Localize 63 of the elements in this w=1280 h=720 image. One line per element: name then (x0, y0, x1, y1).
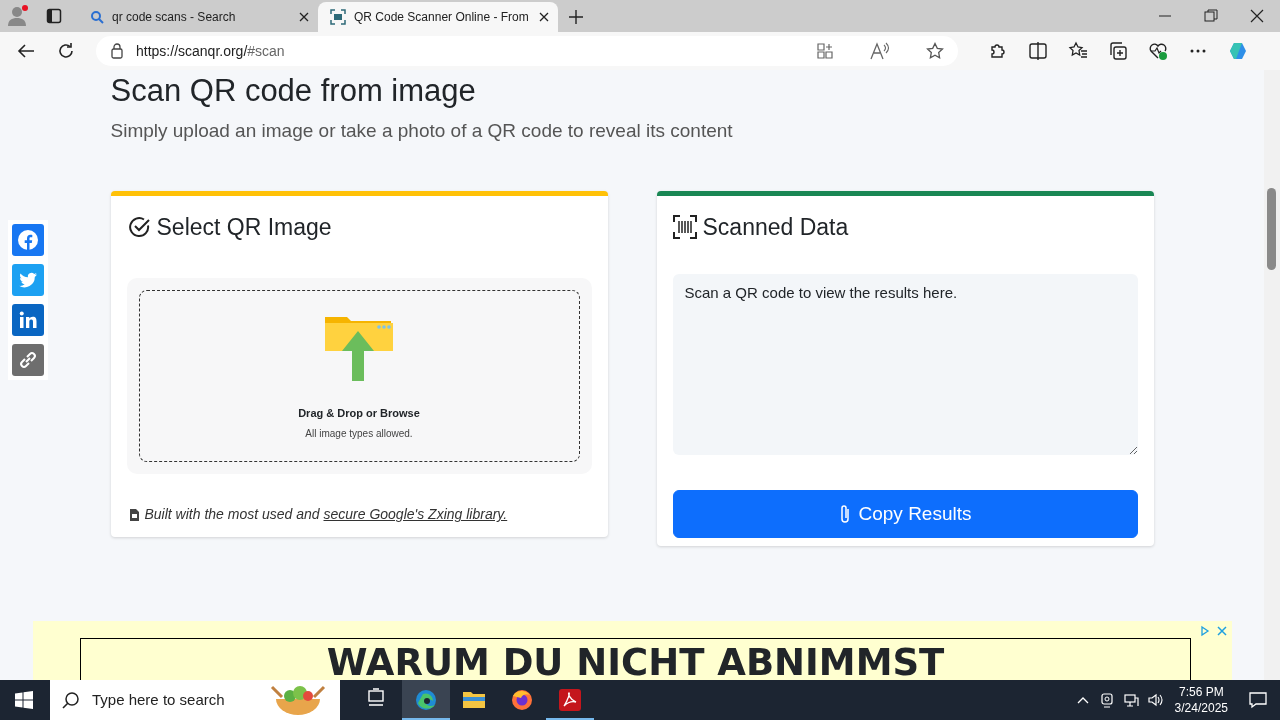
tab-actions-icon[interactable] (46, 8, 62, 24)
salad-bowl-icon (268, 683, 328, 717)
card-title: Scanned Data (702, 212, 849, 242)
read-aloud-icon[interactable] (870, 42, 890, 60)
scanner-icon (330, 9, 346, 25)
ad-headline: WARUM DU NICHT ABNIMMST (326, 644, 945, 680)
network-icon[interactable] (1122, 692, 1139, 708)
library-link[interactable]: secure Google's Zxing library. (323, 506, 508, 523)
paperclip-icon (838, 504, 851, 525)
windows-icon (15, 691, 33, 709)
footnote-text: Built with the most used and secure Google's Zxing library. (144, 505, 508, 525)
ad-banner[interactable]: WARUM DU NICHT ABNIMMST (33, 621, 1232, 680)
clock-time: 7:56 PM (1177, 683, 1225, 700)
share-button[interactable] (12, 344, 44, 376)
notifications-icon[interactable] (1249, 691, 1267, 709)
pdf-icon (558, 688, 582, 712)
lock-icon (110, 43, 124, 59)
star-icon[interactable] (926, 42, 944, 60)
search-icon (62, 691, 80, 709)
refresh-icon[interactable] (56, 41, 76, 61)
browser-icon (414, 688, 438, 712)
browser-tab[interactable]: qr code scans - Search (78, 2, 318, 32)
new-tab-icon[interactable] (568, 9, 584, 25)
close-icon[interactable] (1249, 8, 1265, 24)
firefox-icon (510, 688, 534, 712)
favorites-icon[interactable] (1068, 41, 1088, 61)
browser-tab[interactable]: QR Code Scanner Online - From (318, 2, 558, 32)
scrollbar-thumb[interactable] (1267, 188, 1276, 270)
speaker-icon[interactable] (1146, 692, 1163, 708)
url-text: https://scanqr.org/#scan (136, 41, 286, 61)
barcode-scan-icon (672, 214, 697, 239)
results-textarea[interactable]: Scan a QR code to view the results here. (672, 274, 1138, 456)
restore-icon[interactable] (1203, 8, 1219, 24)
split-screen-icon[interactable] (1028, 41, 1048, 61)
page-subheading: Simply upload an image or take a photo of a QR code to reveal its content (110, 119, 734, 144)
taskbar-search[interactable]: Type here to search (50, 680, 340, 720)
search-icon (90, 10, 104, 24)
card-title: Select QR Image (156, 212, 332, 242)
page-heading: Scan QR code from image (110, 72, 477, 110)
health-icon[interactable] (1148, 41, 1168, 61)
collections-icon[interactable] (1108, 41, 1128, 61)
copy-results-button[interactable]: Copy Results (672, 490, 1138, 539)
taskbar-app[interactable] (402, 680, 450, 720)
close-icon[interactable] (298, 11, 310, 23)
address-bar[interactable]: https://scanqr.org/#scan (96, 36, 958, 66)
share-button[interactable] (12, 304, 44, 336)
dropzone-hint: All image types allowed. (305, 427, 413, 442)
puzzle-icon[interactable] (988, 41, 1008, 61)
taskbar-clock[interactable]: 7:56 PM 3/24/2025 (1166, 683, 1236, 717)
file-dropzone[interactable]: Drag & Drop or Browse All image types allowed. (138, 290, 580, 463)
profile-icon[interactable] (6, 4, 30, 28)
copilot-icon[interactable] (1228, 41, 1248, 61)
clock-date: 3/24/2025 (1174, 700, 1228, 717)
ad-choices-icon[interactable] (1200, 625, 1228, 637)
file-icon (128, 507, 140, 522)
check-circle-icon (128, 215, 151, 238)
webcam-icon[interactable] (1098, 692, 1115, 708)
close-icon[interactable] (538, 11, 550, 23)
share-button[interactable] (12, 264, 44, 296)
dropzone-title: Drag & Drop or Browse (298, 405, 420, 421)
app-available-icon[interactable] (816, 42, 834, 60)
facebook-icon (16, 228, 40, 252)
share-button[interactable] (12, 224, 44, 256)
